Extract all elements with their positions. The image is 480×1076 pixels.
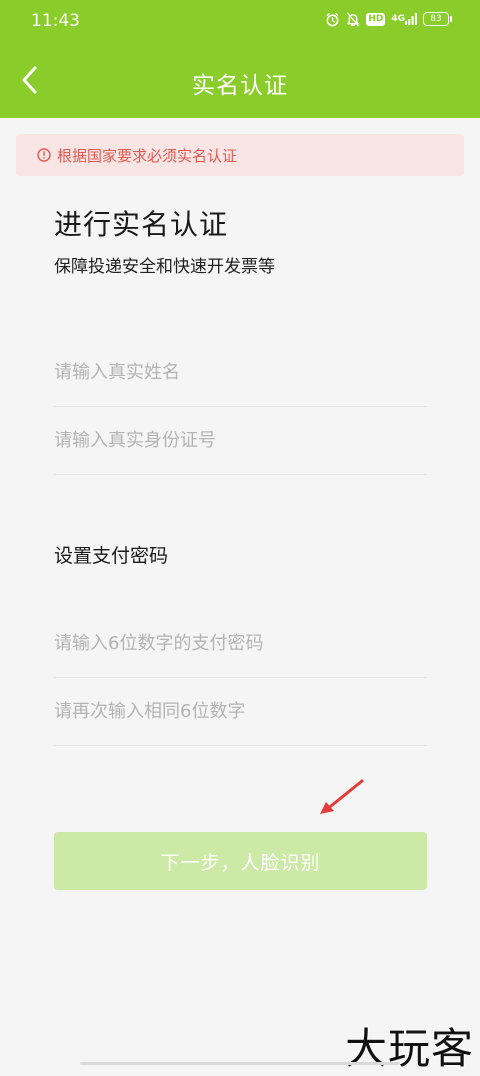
annotation-arrow-icon [320, 779, 364, 814]
status-time: 11:43 [31, 11, 80, 31]
subheading: 保障投递安全和快速开发票等 [54, 257, 275, 277]
hd-icon: HD [366, 12, 386, 26]
status-icons: HD 4G 83 [325, 11, 452, 27]
notice-text: 根据国家要求必须实名认证 [57, 146, 238, 165]
nav-bar: 实名认证 [0, 42, 480, 118]
battery-icon: 83 [423, 12, 452, 26]
id-number-input[interactable] [54, 407, 427, 474]
confirm-password-input[interactable] [54, 678, 427, 745]
signal-label: 4G [391, 14, 405, 24]
name-input[interactable] [54, 339, 427, 406]
home-indicator [80, 1062, 400, 1065]
heading: 进行实名认证 [54, 208, 229, 241]
id-field [54, 407, 427, 475]
payment-section-title: 设置支付密码 [54, 545, 169, 567]
bell-off-icon [346, 11, 360, 27]
confirm-password-field [54, 678, 427, 746]
status-bar: 11:43 HD 4G 83 [0, 0, 480, 42]
signal-icon: 4G [391, 11, 417, 27]
password-field [54, 610, 427, 678]
notice-banner: 根据国家要求必须实名认证 [16, 134, 464, 176]
password-input[interactable] [54, 610, 427, 677]
alert-circle-icon [37, 148, 51, 162]
name-field [54, 339, 427, 407]
page-title: 实名认证 [192, 73, 288, 99]
next-face-recognition-button[interactable]: 下一步，人脸识别 [54, 832, 427, 890]
alarm-icon [325, 11, 340, 27]
